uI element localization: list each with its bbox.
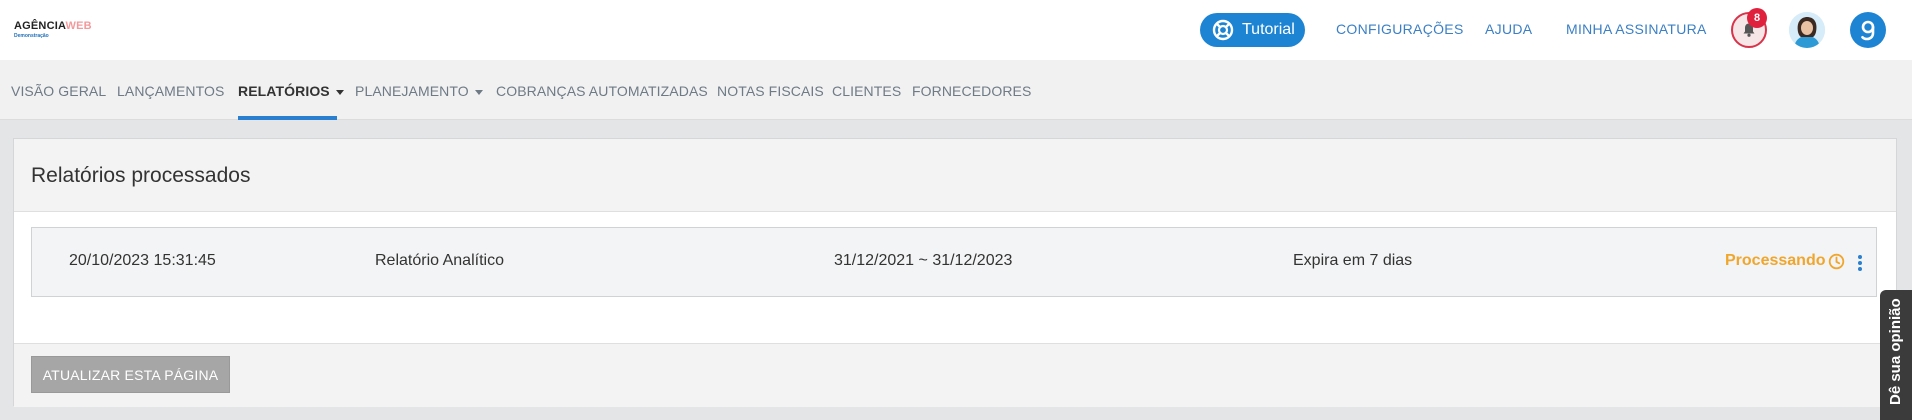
kebab-dot [1858,261,1862,265]
report-name: Relatório Analítico [375,252,504,269]
nav-reports-label: RELATÓRIOS [238,83,330,99]
report-period: 31/12/2021 ~ 31/12/2023 [834,252,1013,269]
notification-count-badge: 8 [1747,8,1767,28]
settings-link[interactable]: CONFIGURAÇÕES [1336,21,1464,37]
nav-invoices[interactable]: NOTAS FISCAIS [717,83,824,99]
company-logo[interactable]: AGÊNCIAWEB Demonstração [14,20,124,44]
feedback-tab[interactable]: Dê sua opinião [1880,290,1912,420]
active-tab-indicator [238,116,337,120]
refresh-page-button[interactable]: ATUALIZAR ESTA PÁGINA [31,356,230,393]
chevron-down-icon [474,89,483,95]
logo-main-text: AGÊNCIA [14,20,66,32]
processed-reports-panel: Relatórios processados 20/10/2023 15:31:… [13,138,1897,407]
report-expiry: Expira em 7 dias [1293,252,1413,269]
kebab-dot [1858,255,1862,259]
top-header: AGÊNCIAWEB Demonstração Tutorial CONFIGU… [0,0,1912,60]
report-row: 20/10/2023 15:31:45 Relatório Analítico … [31,227,1877,297]
nav-reports[interactable]: RELATÓRIOS [238,83,344,99]
report-date: 20/10/2023 15:31:45 [69,252,216,269]
logo-subtitle: Demonstração [14,33,49,39]
g-logo-icon [1861,20,1875,41]
panel-header: Relatórios processados [14,139,1896,212]
chevron-down-icon [335,89,344,95]
row-actions-menu[interactable] [1854,252,1866,274]
my-subscription-link[interactable]: MINHA ASSINATURA [1566,21,1707,37]
user-photo-icon [1789,12,1825,48]
tutorial-button[interactable]: Tutorial [1200,13,1305,47]
user-avatar[interactable] [1789,12,1825,48]
nav-clients[interactable]: CLIENTES [832,83,901,99]
main-nav: VISÃO GERAL LANÇAMENTOS RELATÓRIOS PLANE… [0,60,1912,120]
panel-footer: ATUALIZAR ESTA PÁGINA [14,343,1896,407]
logo-accent-text: WEB [65,20,92,32]
lifebuoy-icon [1212,19,1234,41]
app-launcher-button[interactable] [1850,12,1886,48]
nav-planning[interactable]: PLANEJAMENTO [355,83,483,99]
clock-icon [1829,253,1845,269]
help-link[interactable]: AJUDA [1485,21,1532,37]
tutorial-label: Tutorial [1242,21,1295,38]
nav-overview[interactable]: VISÃO GERAL [11,83,106,99]
nav-automated-billing[interactable]: COBRANÇAS AUTOMATIZADAS [496,83,708,99]
report-status: Processando [1725,252,1845,270]
nav-suppliers[interactable]: FORNECEDORES [912,83,1031,99]
kebab-dot [1858,267,1862,271]
nav-entries[interactable]: LANÇAMENTOS [117,83,224,99]
panel-title: Relatórios processados [31,164,251,187]
nav-planning-label: PLANEJAMENTO [355,83,469,99]
feedback-label: Dê sua opinião [1887,298,1904,405]
report-status-label: Processando [1725,252,1826,269]
